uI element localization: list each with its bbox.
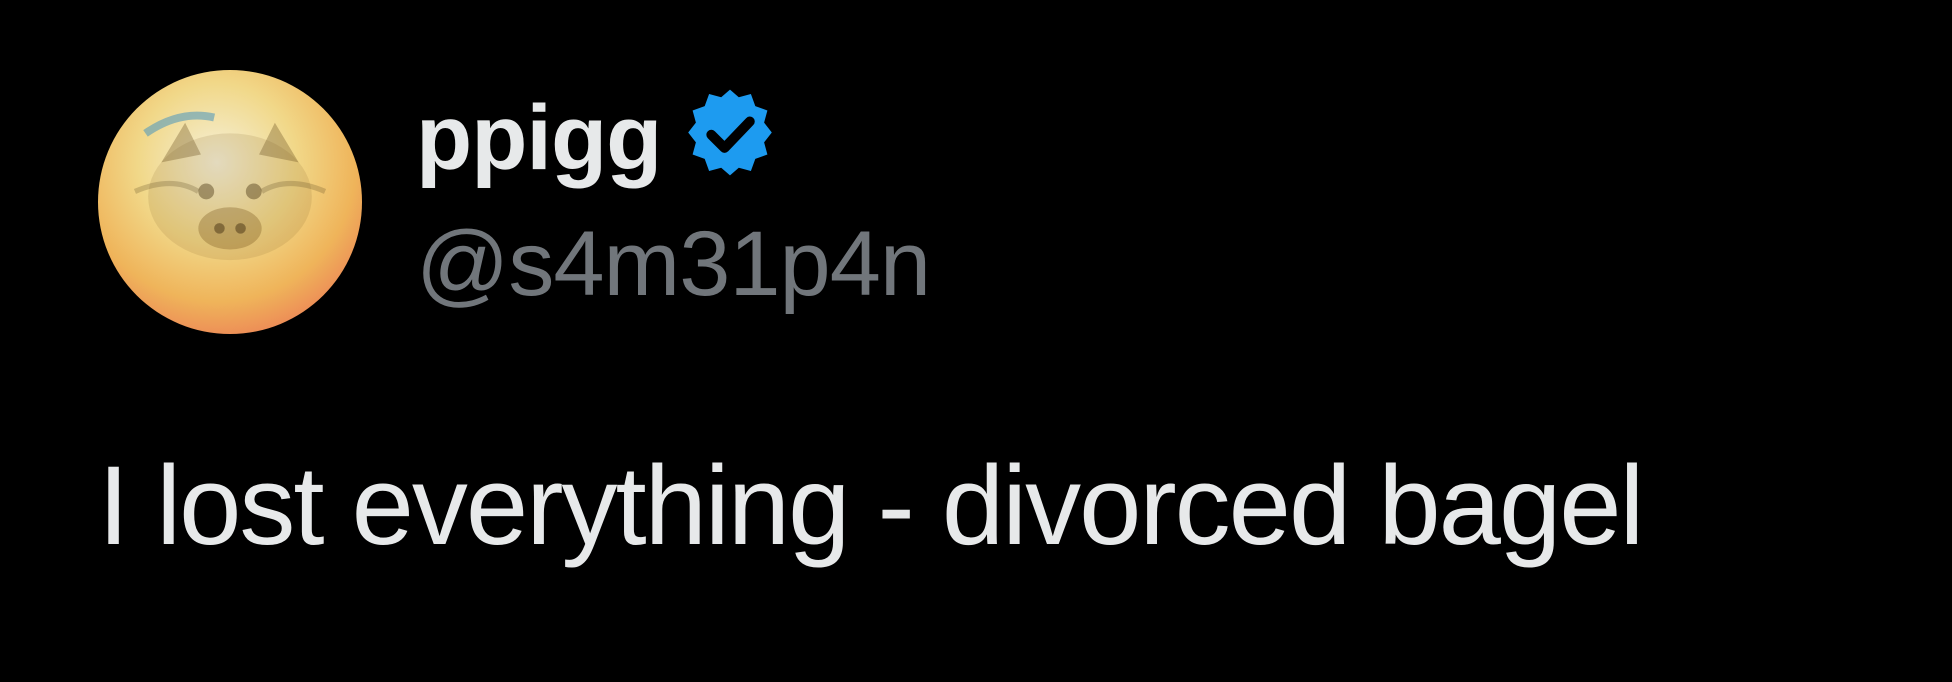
tweet-card: ppigg @s4m31p4n I lost everything - divo… (0, 0, 1952, 682)
tweet-text: I lost everything - divorced bagel (98, 443, 1644, 568)
display-name[interactable]: ppigg (416, 92, 662, 184)
pig-avatar-icon (133, 111, 327, 261)
verified-badge-icon (688, 89, 773, 176)
avatar[interactable] (98, 70, 362, 334)
username-handle[interactable]: @s4m31p4n (416, 218, 931, 310)
author-name-row: ppigg (416, 78, 785, 198)
